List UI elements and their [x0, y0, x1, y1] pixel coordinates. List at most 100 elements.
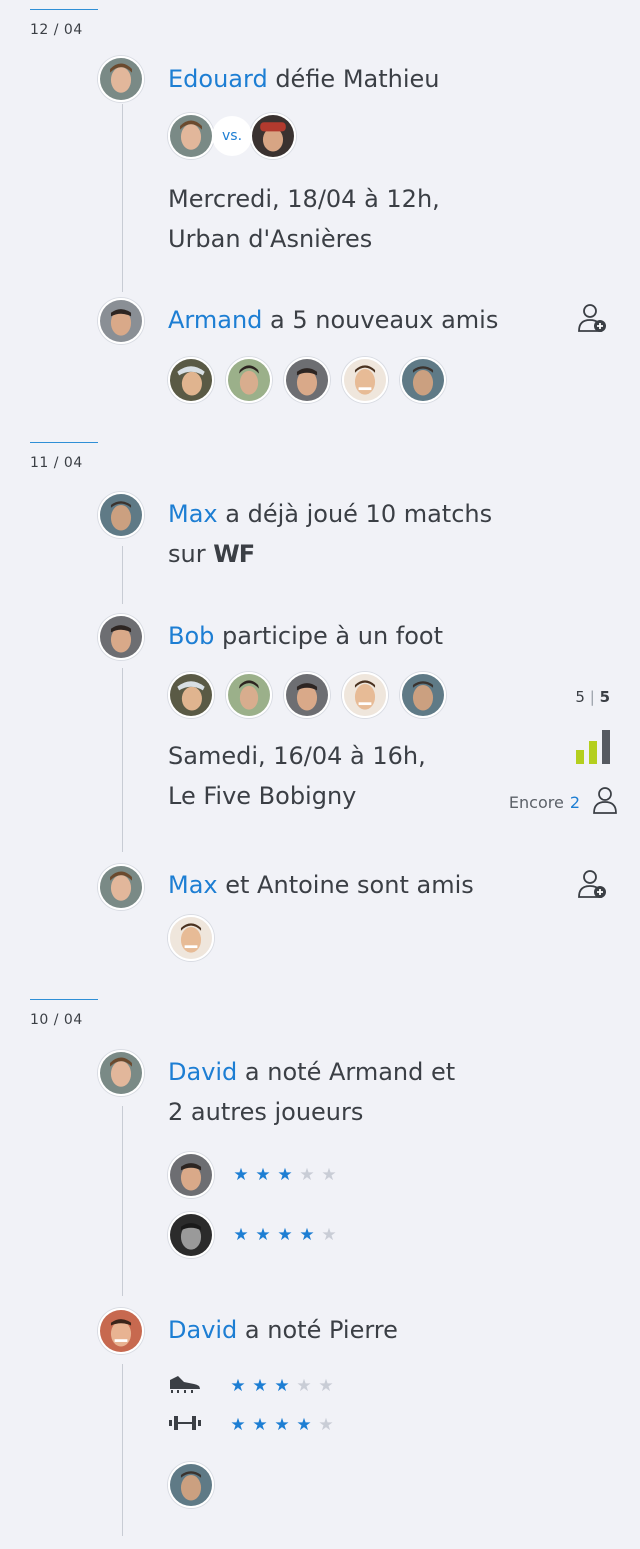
title-text: participe à un foot — [214, 622, 444, 650]
avatar[interactable] — [168, 1152, 214, 1198]
football-boot-icon — [168, 1374, 202, 1398]
spots-remaining: Encore 2 — [509, 786, 618, 818]
user-link[interactable]: Bob — [168, 622, 214, 650]
date-label: 10 / 04 — [30, 1012, 83, 1028]
avatar[interactable] — [226, 357, 272, 403]
avatar[interactable] — [98, 56, 144, 102]
avatar[interactable] — [168, 1212, 214, 1258]
versus-badge: vs. — [212, 116, 252, 156]
star-filled-icon: ★ — [252, 1375, 268, 1396]
user-link[interactable]: Max — [168, 871, 218, 899]
avatar[interactable] — [284, 357, 330, 403]
skill-rating-row: ★ ★ ★ ★ ★ — [168, 1374, 568, 1398]
brand-logo: WF — [213, 540, 255, 568]
star-filled-icon: ★ — [230, 1375, 246, 1396]
friends-avatar-row — [168, 357, 568, 403]
rating-row: ★ ★ ★ ★ ★ — [168, 1212, 568, 1258]
avatar[interactable] — [168, 357, 214, 403]
feed-item-title: Bob participe à un foot — [168, 616, 568, 656]
feed-item-subtitle: sur WF — [168, 534, 568, 574]
star-filled-icon: ★ — [277, 1224, 293, 1245]
avatar[interactable] — [98, 492, 144, 538]
subtitle-text: sur — [168, 540, 206, 568]
star-empty-icon: ★ — [318, 1375, 334, 1396]
avatar[interactable] — [400, 357, 446, 403]
feed-item-game[interactable]: Bob participe à un foot Samedi, 16/04 à … — [98, 614, 618, 834]
star-filled-icon: ★ — [299, 1224, 315, 1245]
date-divider — [30, 442, 98, 443]
rating-row: ★ ★ ★ ★ ★ — [168, 1152, 568, 1198]
user-link[interactable]: Max — [168, 500, 218, 528]
avatar[interactable] — [250, 113, 296, 159]
date-divider — [30, 9, 98, 10]
feed-item-milestone[interactable]: Max a déjà joué 10 matchs sur WF — [98, 492, 618, 582]
date-label: 12 / 04 — [30, 22, 83, 38]
avatar[interactable] — [226, 672, 272, 718]
title-text: et Antoine sont amis — [217, 871, 474, 899]
user-link[interactable]: Edouard — [168, 65, 268, 93]
star-filled-icon: ★ — [277, 1164, 293, 1185]
avatar[interactable] — [98, 298, 144, 344]
title-text: a noté Armand et — [237, 1058, 456, 1086]
avatar[interactable] — [168, 1462, 214, 1508]
feed-item-skill-rating[interactable]: David a noté Pierre ★ ★ ★ ★ ★ ★ ★ ★ ★ ★ — [98, 1308, 618, 1508]
participants-avatar-row — [168, 672, 568, 718]
avatar[interactable] — [168, 113, 214, 159]
date-header: 12 / 04 — [30, 9, 98, 38]
user-link[interactable]: David — [168, 1316, 237, 1344]
avatar[interactable] — [284, 672, 330, 718]
star-empty-icon: ★ — [299, 1164, 315, 1185]
avatar[interactable] — [98, 614, 144, 660]
event-date: Mercredi, 18/04 à 12h, — [168, 185, 440, 213]
feed-item-new-friends[interactable]: Armand a 5 nouveaux amis — [98, 298, 618, 408]
skill-rating-row: ★ ★ ★ ★ ★ — [168, 1414, 568, 1436]
avatar[interactable] — [168, 915, 214, 961]
title-text: a déjà joué 10 matchs — [217, 500, 493, 528]
title-text: a 5 nouveaux amis — [262, 306, 499, 334]
star-filled-icon: ★ — [255, 1224, 271, 1245]
star-filled-icon: ★ — [252, 1414, 268, 1435]
star-empty-icon: ★ — [321, 1224, 337, 1245]
feed-item-rating[interactable]: David a noté Armand et 2 autres joueurs … — [98, 1050, 618, 1270]
date-header: 10 / 04 — [30, 999, 98, 1028]
rated-avatar-row — [168, 1462, 568, 1508]
star-filled-icon: ★ — [233, 1224, 249, 1245]
user-link[interactable]: David — [168, 1058, 237, 1086]
avatar[interactable] — [342, 357, 388, 403]
friend-avatar-row — [168, 915, 568, 961]
feed-item-subtitle: 2 autres joueurs — [168, 1098, 364, 1126]
date-label: 11 / 04 — [30, 455, 83, 471]
dumbbell-icon — [168, 1414, 202, 1436]
feed-item-title: Edouard défie Mathieu — [168, 59, 568, 99]
star-filled-icon: ★ — [274, 1375, 290, 1396]
feed-item-title: Armand a 5 nouveaux amis — [168, 300, 568, 340]
title-text: a noté Pierre — [237, 1316, 398, 1344]
spots-remaining-label: Encore — [508, 792, 564, 812]
date-header: 11 / 04 — [30, 442, 98, 471]
add-friend-icon[interactable] — [576, 868, 608, 904]
feed-item-title: David a noté Armand et — [168, 1052, 568, 1092]
player-count-total: 5 — [599, 688, 610, 706]
event-date: Samedi, 16/04 à 16h, — [168, 742, 426, 770]
add-friend-icon[interactable] — [576, 302, 608, 338]
feed-item-title: Max et Antoine sont amis — [168, 865, 568, 905]
star-filled-icon: ★ — [233, 1164, 249, 1185]
feed-item-friendship[interactable]: Max et Antoine sont amis — [98, 864, 618, 968]
user-icon — [592, 786, 618, 818]
star-empty-icon: ★ — [321, 1164, 337, 1185]
player-count: 5 | 5 — [575, 688, 610, 706]
user-link[interactable]: Armand — [168, 306, 262, 334]
avatar[interactable] — [400, 672, 446, 718]
star-rating: ★ ★ ★ ★ ★ — [227, 1375, 337, 1396]
date-divider — [30, 999, 98, 1000]
star-filled-icon: ★ — [296, 1414, 312, 1435]
feed-item-title: Max a déjà joué 10 matchs — [168, 494, 568, 534]
star-filled-icon: ★ — [230, 1414, 246, 1435]
avatar[interactable] — [342, 672, 388, 718]
star-filled-icon: ★ — [274, 1414, 290, 1435]
avatar[interactable] — [98, 1308, 144, 1354]
avatar[interactable] — [98, 1050, 144, 1096]
feed-item-challenge[interactable]: Edouard défie Mathieu vs. Mercredi, 18/0… — [98, 56, 618, 276]
avatar[interactable] — [98, 864, 144, 910]
avatar[interactable] — [168, 672, 214, 718]
